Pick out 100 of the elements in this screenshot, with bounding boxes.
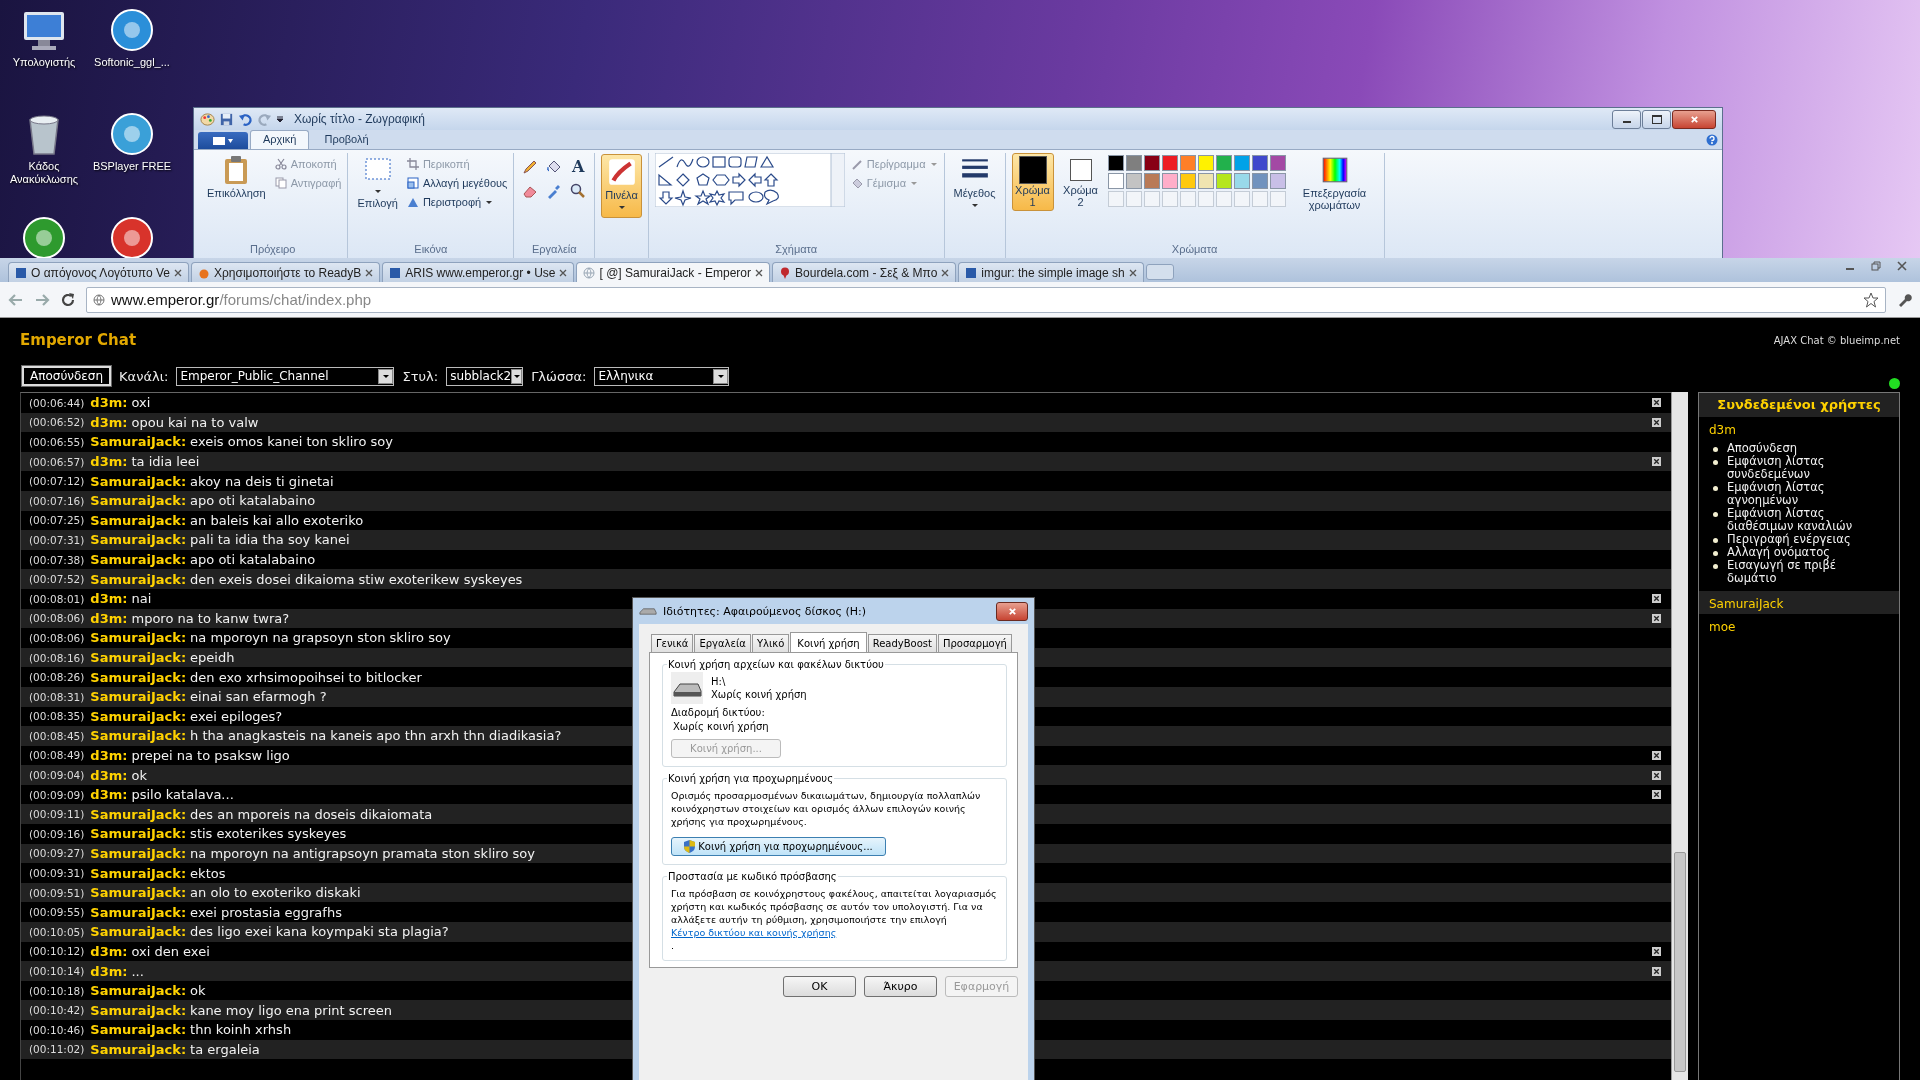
- language-select[interactable]: Ελληνικα: [594, 366, 730, 386]
- color-swatch[interactable]: [1215, 155, 1232, 171]
- channel-select[interactable]: Emperor_Public_Channel: [176, 366, 395, 386]
- browser-tab[interactable]: [ @] SamuraiJack - Emperor: [576, 262, 771, 282]
- network-center-link[interactable]: Κέντρο δικτύου και κοινής χρήσης: [671, 927, 837, 938]
- user-name[interactable]: moe: [1709, 620, 1736, 634]
- color-swatch[interactable]: [1233, 155, 1250, 171]
- color-swatch[interactable]: [1107, 173, 1124, 189]
- color-swatch[interactable]: [1143, 155, 1160, 171]
- logout-button[interactable]: Αποσύνδεση: [22, 366, 112, 386]
- dialog-button[interactable]: Άκυρο: [864, 976, 937, 997]
- text-tool[interactable]: A: [572, 158, 585, 176]
- user-menu-item[interactable]: Αποσύνδεση: [1727, 442, 1798, 455]
- color-swatch[interactable]: [1143, 173, 1160, 189]
- user-menu-item[interactable]: Περιγραφή ενέργειας: [1727, 533, 1851, 546]
- color-two-button[interactable]: Χρώμα 2: [1059, 153, 1102, 211]
- user-menu-item[interactable]: Εμφάνιση λίστας διαθέσιμων καναλιών: [1727, 507, 1889, 533]
- dialog-tab[interactable]: Εργαλεία: [694, 634, 751, 652]
- color-swatch[interactable]: [1269, 173, 1286, 189]
- user-menu-item[interactable]: Εμφάνιση λίστας συνδεδεμένων: [1727, 455, 1889, 481]
- message-time: (00:07:25): [29, 514, 85, 527]
- delete-icon[interactable]: [1652, 966, 1661, 976]
- dialog-tab[interactable]: ReadyBoost: [867, 634, 937, 652]
- color-one-button[interactable]: Χρώμα 1: [1011, 153, 1054, 211]
- delete-icon[interactable]: [1652, 594, 1661, 604]
- color-swatch[interactable]: [1161, 173, 1178, 189]
- ribbon-tab[interactable]: Αρχική: [250, 130, 310, 149]
- close-icon[interactable]: [559, 268, 568, 277]
- browser-tab[interactable]: imgur: the simple image sh: [958, 262, 1144, 282]
- browser-tab[interactable]: Bourdela.com - Σεξ & Μπο: [772, 262, 957, 282]
- color-swatch[interactable]: [1107, 155, 1124, 171]
- delete-icon[interactable]: [1652, 417, 1661, 427]
- close-button[interactable]: [1672, 109, 1716, 129]
- dialog-tab[interactable]: Προσαρμογή: [937, 634, 1012, 652]
- color-swatch[interactable]: [1251, 173, 1268, 189]
- scrollbar[interactable]: [1671, 392, 1688, 1080]
- edit-colors-button[interactable]: Επεξεργασία χρωμάτων: [1291, 153, 1378, 213]
- rotate-button[interactable]: Περιστροφή: [406, 193, 508, 210]
- message-time: (00:11:02): [29, 1043, 85, 1056]
- delete-icon[interactable]: [1652, 751, 1661, 760]
- magnifier-icon[interactable]: [570, 183, 587, 199]
- delete-icon[interactable]: [1652, 457, 1661, 467]
- color-swatch[interactable]: [1269, 155, 1286, 171]
- close-icon[interactable]: [174, 268, 182, 277]
- color-swatch[interactable]: [1233, 173, 1250, 189]
- disc-icon[interactable]: [108, 110, 156, 158]
- palette-icon[interactable]: [200, 111, 215, 127]
- close-icon[interactable]: [1128, 268, 1137, 277]
- maximize-button[interactable]: [1642, 109, 1671, 129]
- browser-tab[interactable]: ARIS www.emperor.gr • Use: [382, 262, 575, 282]
- close-icon[interactable]: [755, 268, 764, 277]
- select-button[interactable]: Επιλογή: [354, 153, 401, 211]
- reload-icon[interactable]: [60, 291, 76, 308]
- minimize-button[interactable]: [1612, 109, 1641, 129]
- close-icon[interactable]: [1896, 260, 1908, 272]
- color-swatch[interactable]: [1215, 173, 1232, 189]
- color-swatch[interactable]: [1197, 155, 1214, 171]
- dialog-tab[interactable]: Κοινή χρήση: [790, 632, 867, 653]
- browser-tab[interactable]: Χρησιμοποιήστε το ReadyB: [191, 262, 381, 282]
- color-swatch[interactable]: [1161, 155, 1178, 171]
- undo-icon[interactable]: [238, 111, 253, 127]
- shape-gallery[interactable]: [654, 153, 845, 207]
- close-button[interactable]: [996, 601, 1028, 621]
- help-icon[interactable]: [1706, 134, 1718, 146]
- close-icon[interactable]: [365, 268, 374, 277]
- user-menu-item[interactable]: Εμφάνιση λίστας αγνοημένων: [1727, 481, 1889, 507]
- color-swatch[interactable]: [1179, 173, 1196, 189]
- delete-icon[interactable]: [1652, 946, 1661, 956]
- dialog-tab[interactable]: Υλικό: [751, 634, 790, 652]
- user-menu-item[interactable]: Αλλαγή ονόματος: [1727, 546, 1830, 559]
- close-icon[interactable]: [941, 268, 950, 277]
- color-swatch[interactable]: [1125, 155, 1142, 171]
- delete-icon[interactable]: [1652, 398, 1661, 408]
- dialog-button[interactable]: OK: [783, 976, 856, 997]
- address-bar[interactable]: www.emperor.gr/forums/chat/index.php: [86, 286, 1886, 313]
- delete-icon[interactable]: [1652, 790, 1661, 800]
- ribbon-tab[interactable]: Προβολή: [311, 130, 382, 149]
- color-swatch[interactable]: [1197, 173, 1214, 189]
- color-swatch[interactable]: [1179, 155, 1196, 171]
- star-icon[interactable]: [1863, 291, 1879, 308]
- advanced-sharing-button[interactable]: Κοινή χρήση για προχωρημένους...: [671, 837, 886, 856]
- caret-icon[interactable]: [276, 115, 284, 123]
- color-swatch[interactable]: [1125, 173, 1142, 189]
- paste-button[interactable]: Επικόλληση: [204, 153, 269, 201]
- bullet-icon: [1713, 460, 1718, 465]
- delete-icon[interactable]: [1652, 613, 1661, 623]
- eyedropper-icon[interactable]: [546, 183, 563, 199]
- resize-button[interactable]: Αλλαγή μεγέθους: [406, 174, 508, 191]
- dialog-tab[interactable]: Γενικά: [651, 634, 694, 652]
- delete-icon[interactable]: [1652, 770, 1661, 780]
- size-button[interactable]: Μέγεθος: [950, 153, 999, 211]
- app-menu-button[interactable]: [198, 132, 248, 149]
- color-swatch[interactable]: [1251, 155, 1268, 171]
- pencil-icon[interactable]: [522, 159, 539, 175]
- browser-tab[interactable]: Ο απόγονος Λογότυπο Ve: [8, 262, 189, 282]
- user-menu-item[interactable]: Εισαγωγή σε πριβέ δωμάτιο: [1727, 559, 1889, 585]
- style-select[interactable]: subblack2: [446, 366, 524, 386]
- user-name[interactable]: d3m: [1709, 423, 1736, 437]
- brushes-button[interactable]: Πινέλα: [601, 154, 642, 218]
- restore-icon[interactable]: [1870, 260, 1882, 272]
